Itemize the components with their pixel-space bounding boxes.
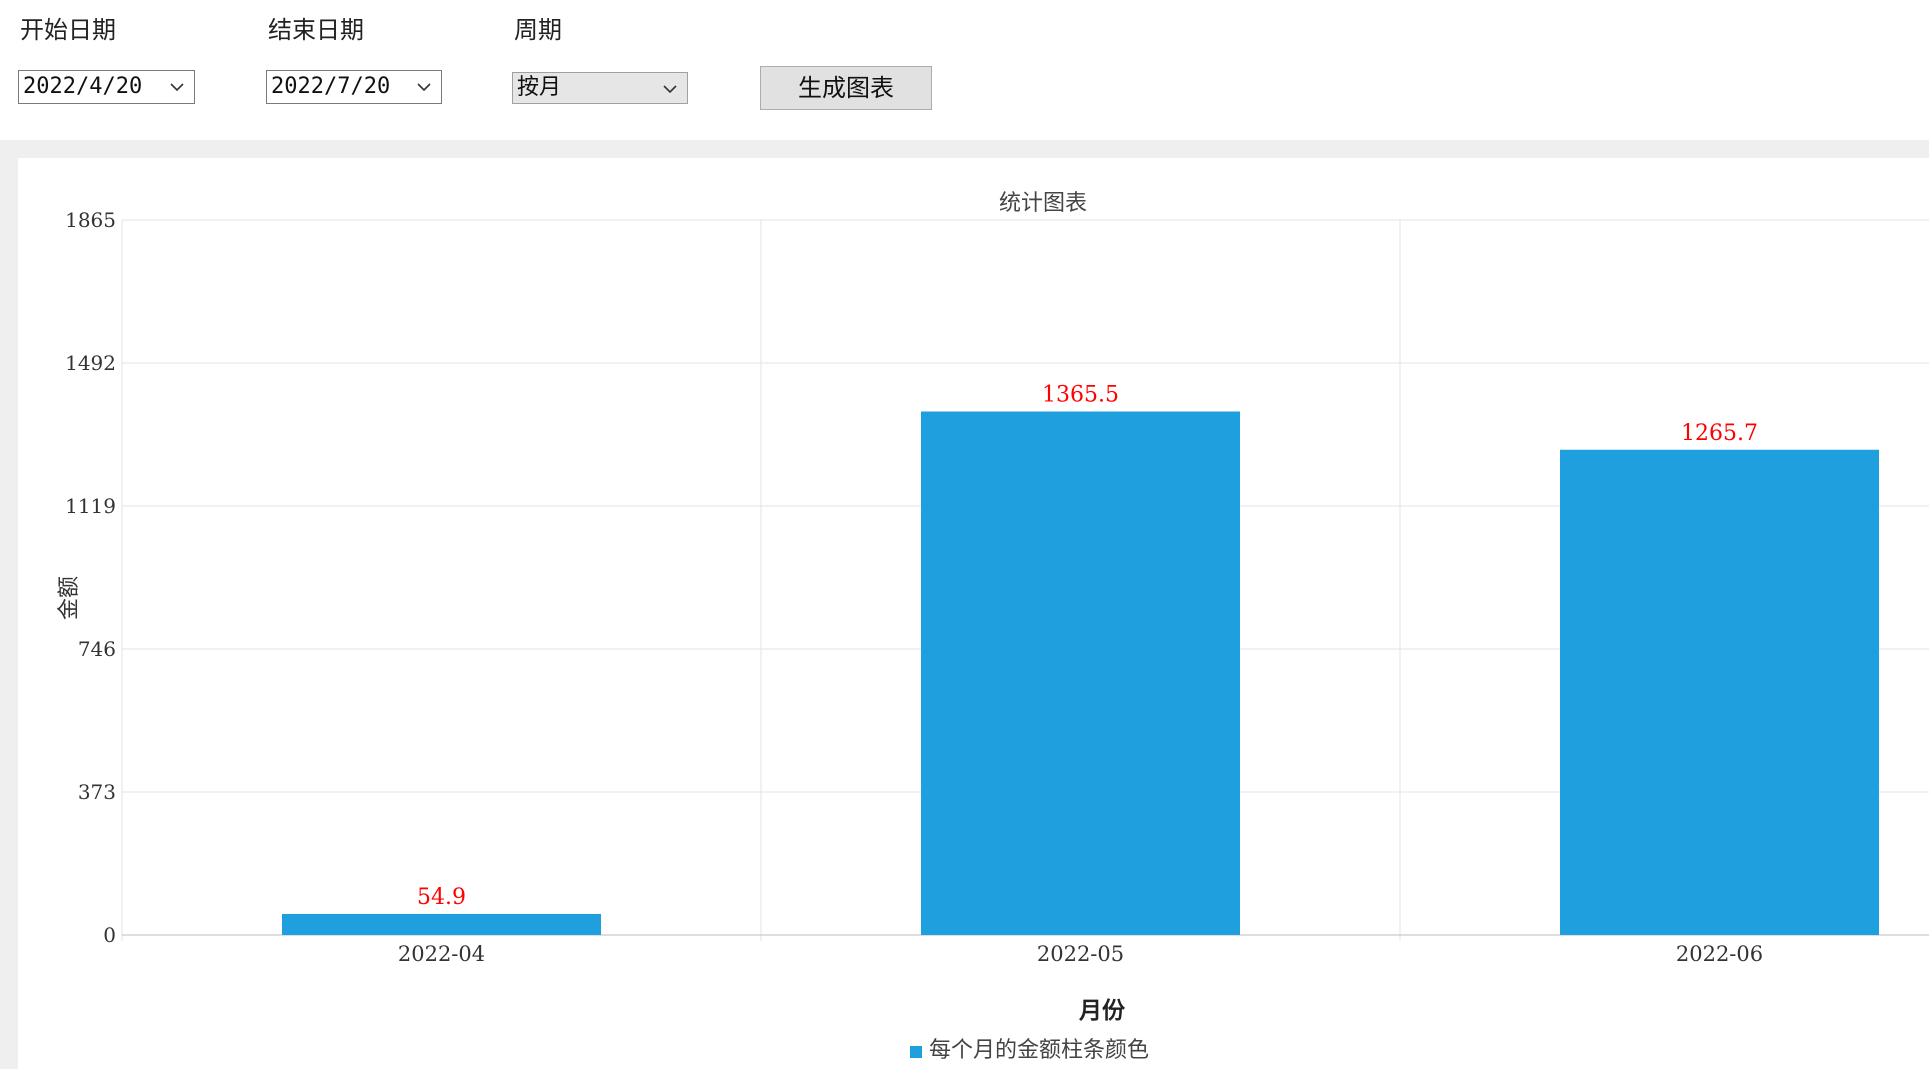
- chart-area: 统计图表 金额 月份 0 373 746 1119 1492 1865 54.9 2022-…: [0, 140, 1929, 1069]
- y-tick-label: 1119: [65, 494, 116, 518]
- data-label: 54.9: [417, 885, 466, 910]
- x-tick-label: 2022-04: [398, 942, 485, 966]
- y-tick-label: 1865: [65, 208, 116, 232]
- y-tick-label: 0: [103, 923, 116, 947]
- data-label: 1365.5: [1042, 382, 1119, 407]
- chart-title: 统计图表: [999, 191, 1087, 216]
- period-label: 周期: [514, 16, 562, 44]
- x-tick-label: 2022-06: [1676, 942, 1763, 966]
- y-tick-label: 1492: [65, 351, 116, 375]
- period-value: 按月: [517, 75, 562, 100]
- start-date-value: 2022/4/20: [23, 74, 143, 99]
- legend-label: 每个月的金额柱条颜色: [929, 1038, 1149, 1063]
- end-date-label: 结束日期: [268, 16, 364, 44]
- data-label: 1265.7: [1681, 421, 1758, 446]
- end-date-value: 2022/7/20: [271, 74, 391, 99]
- y-tick-label: 746: [78, 637, 116, 661]
- generate-chart-button[interactable]: 生成图表: [760, 66, 932, 110]
- x-tick-label: 2022-05: [1037, 942, 1124, 966]
- chart-panel: 统计图表 金额 月份 0 373 746 1119 1492 1865 54.9 2022-…: [18, 158, 1929, 1069]
- end-date-picker[interactable]: 2022/7/20: [266, 70, 442, 104]
- start-date-picker[interactable]: 2022/4/20: [18, 70, 195, 104]
- chevron-down-icon: [663, 85, 677, 94]
- bar-2022-06: [1560, 449, 1879, 935]
- period-select[interactable]: 按月: [512, 72, 688, 104]
- legend: 每个月的金额柱条颜色: [910, 1038, 1149, 1063]
- bar-2022-05: [921, 411, 1240, 935]
- y-axis-label: 金额: [57, 576, 82, 620]
- y-tick-label: 373: [78, 780, 116, 804]
- start-date-label: 开始日期: [20, 16, 116, 44]
- legend-swatch: [910, 1046, 922, 1058]
- bar-chart: 统计图表 金额 月份 0 373 746 1119 1492 1865 54.9 2022-…: [57, 191, 1929, 1063]
- chevron-down-icon: [417, 83, 431, 92]
- x-axis-label: 月份: [1078, 997, 1126, 1024]
- bar-2022-04: [282, 913, 601, 935]
- chevron-down-icon: [170, 83, 184, 92]
- toolbar: 开始日期 结束日期 周期 2022/4/20 2022/7/20 按月 生成图表: [0, 0, 1929, 140]
